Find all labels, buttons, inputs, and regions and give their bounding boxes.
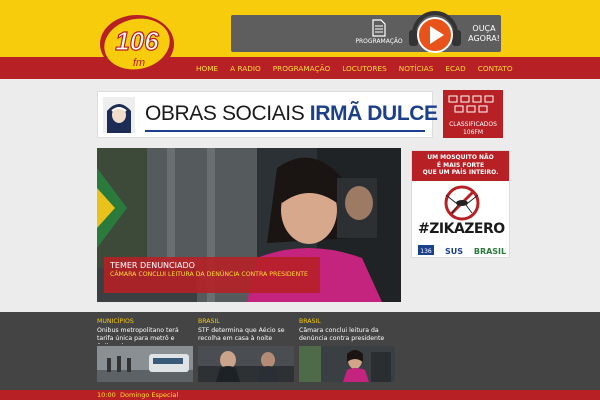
main-nav: HOME A RADIO PROGRAMAÇÃO LOCUTORES NOTÍC… [196,57,525,79]
news-item[interactable]: MUNICÍPIOS Ônibus metropolitano terá tar… [97,318,193,382]
news-headline[interactable]: STF determina que Aécio se recolha em ca… [198,327,294,344]
nav-item-programacao[interactable]: PROGRAMAÇÃO [273,64,331,73]
nav-item-home[interactable]: HOME [196,64,218,73]
listen-line-2: AGORA! [468,34,500,43]
zika-ad-header: UM MOSQUITO NÃO É MAIS FORTE QUE UM PAÍS… [412,151,509,181]
logo-number: 106 [115,26,159,56]
banner-text-bold: IRMÃ DULCE [309,102,438,125]
nav-item-a-radio[interactable]: A RADIO [230,64,261,73]
programacao-label: PROGRAMAÇÃO [355,38,403,45]
zika-hashtag: #ZIKAZERO [418,221,505,237]
zika-line-3: QUE UM PAÍS INTEIRO. [422,169,499,176]
logo-suffix: fm [133,57,145,69]
hero-caption[interactable]: TEMER DENUNCIADO CÂMARA CONCLUI LEITURA … [104,257,320,293]
news-category: BRASIL [198,318,220,325]
zika-zero-ad[interactable]: UM MOSQUITO NÃO É MAIS FORTE QUE UM PAÍS… [411,150,510,258]
now-playing-time: 10:00 [97,391,116,399]
news-headline[interactable]: Câmara conclui leitura da denúncia contr… [299,327,395,344]
news-category: MUNICÍPIOS [97,318,134,325]
nav-item-ecad[interactable]: ECAD [445,64,465,73]
classifieds-icons [448,95,494,113]
banner-text-plain: OBRAS SOCIAIS [145,102,305,125]
banner-text: OBRAS SOCIAIS IRMÃ DULCE [145,102,438,126]
news-category: BRASIL [299,318,321,325]
classifieds-button[interactable]: CLASSIFICADOS 106FM [443,90,503,138]
news-item[interactable]: BRASIL STF determina que Aécio se recolh… [198,318,294,382]
logo-sus: SUS [445,247,463,256]
document-icon [372,19,386,37]
zika-line-2: É MAIS FORTE [436,161,485,169]
classifieds-line-1: CLASSIFICADOS [449,121,497,128]
zika-line-1: UM MOSQUITO NÃO [427,154,494,161]
nav-item-noticias[interactable]: NOTÍCIAS [399,64,434,73]
listen-line-1: OUÇA [472,24,496,33]
gov-logos: 136 SUS BRASIL [418,245,506,256]
news-thumbnail[interactable] [299,346,395,382]
mosquito-icon [444,185,480,221]
classifieds-line-2: 106FM [462,129,484,136]
now-playing-bar: 10:00 Domingo Especial [0,390,600,400]
news-item[interactable]: BRASIL Câmara conclui leitura da denúnci… [299,318,395,382]
programacao-button[interactable]: PROGRAMAÇÃO [355,19,403,51]
play-button[interactable] [406,10,464,56]
news-headline[interactable]: Ônibus metropolitano terá tarifa única p… [97,327,193,344]
news-thumbnail[interactable] [198,346,294,382]
radio-logo[interactable]: 106 fm [98,12,176,76]
hero-title: TEMER DENUNCIADO [110,261,195,270]
news-thumbnail[interactable] [97,346,193,382]
hero-subtitle: CÂMARA CONCLUI LEITURA DA DENÚNCIA CONTR… [110,271,308,278]
nav-item-contato[interactable]: CONTATO [478,64,513,73]
listen-now-link[interactable]: OUÇA AGORA! [466,24,502,44]
logo-brasil: BRASIL [474,247,506,256]
nun-portrait-icon [103,97,135,133]
banner-underline [145,130,425,132]
nav-item-locutores[interactable]: LOCUTORES [342,64,387,73]
obras-sociais-banner[interactable]: OBRAS SOCIAIS IRMÃ DULCE [97,91,438,138]
now-playing-program[interactable]: Domingo Especial [120,391,178,399]
logo-136: 136 [420,248,432,255]
